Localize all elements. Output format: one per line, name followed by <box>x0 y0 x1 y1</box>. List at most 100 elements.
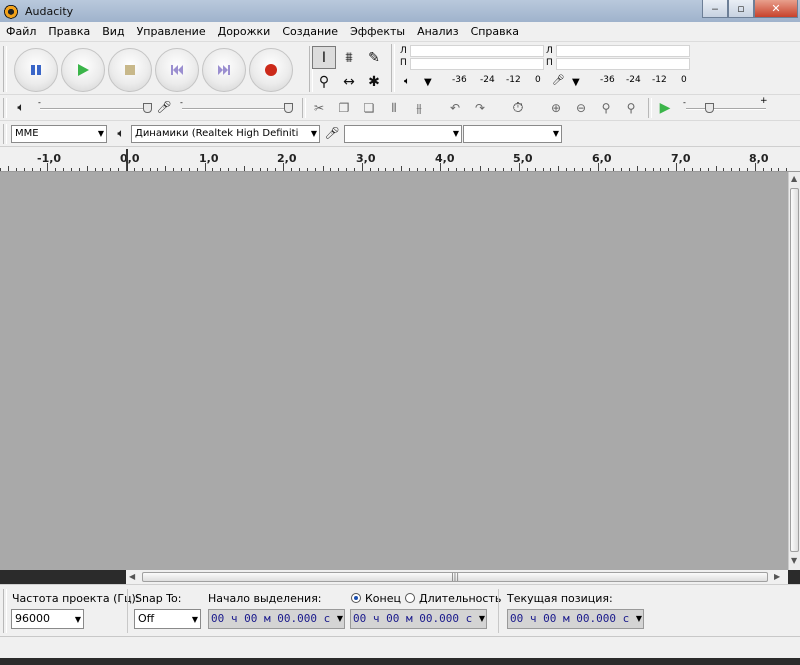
snap-to-value: Off <box>138 612 155 625</box>
selection-start-value: 00 ч 00 м 00.000 с <box>211 612 331 625</box>
window-title: Audacity <box>25 4 74 18</box>
stop-button[interactable] <box>108 48 152 92</box>
record-button[interactable] <box>249 48 293 92</box>
ruler-tick <box>786 168 787 171</box>
sync-lock-icon[interactable]: ⏱ <box>507 98 529 118</box>
ruler-tick <box>220 168 221 171</box>
menu-help[interactable]: Справка <box>465 25 525 38</box>
toolbar-grip[interactable] <box>648 98 652 118</box>
scroll-right-icon[interactable]: ▶ <box>774 572 780 581</box>
ruler-tick <box>142 168 143 171</box>
undo-icon[interactable]: ↶ <box>444 98 466 118</box>
ruler-tick <box>582 168 583 171</box>
envelope-tool-icon[interactable]: ⩩ <box>337 46 361 69</box>
slider-minus-icon: - <box>180 98 183 107</box>
playback-meter-left[interactable] <box>410 45 544 57</box>
toolbar-grip[interactable] <box>302 98 306 118</box>
menu-file[interactable]: Файл <box>0 25 42 38</box>
playback-speed-thumb[interactable] <box>705 103 714 113</box>
toolbar-grip[interactable] <box>3 98 7 118</box>
maximize-button[interactable]: ▫ <box>728 0 754 18</box>
menu-edit[interactable]: Правка <box>42 25 96 38</box>
fit-selection-icon[interactable]: ⚲ <box>595 98 617 118</box>
paste-icon[interactable]: ❏ <box>358 98 380 118</box>
play-at-speed-icon[interactable]: ▶ <box>654 98 676 118</box>
draw-tool-icon[interactable]: ✎ <box>362 46 386 69</box>
length-radio[interactable] <box>405 593 415 603</box>
menu-tracks[interactable]: Дорожки <box>212 25 277 38</box>
skip-to-start-button[interactable] <box>155 48 199 92</box>
record-meter-right[interactable] <box>556 58 690 70</box>
cut-icon[interactable]: ✂ <box>308 98 330 118</box>
vertical-scroll-thumb[interactable] <box>790 188 799 552</box>
menu-effect[interactable]: Эффекты <box>344 25 411 38</box>
toolbar-grip[interactable] <box>3 589 7 633</box>
project-rate-select[interactable]: 96000 ▼ <box>11 609 84 629</box>
output-device-select[interactable]: Динамики (Realtek High Definiti ▼ <box>131 125 320 143</box>
track-panel[interactable] <box>0 172 788 570</box>
ruler-tick <box>212 168 213 171</box>
end-radio[interactable] <box>351 593 361 603</box>
menu-analyze[interactable]: Анализ <box>411 25 465 38</box>
fit-project-icon[interactable]: ⚲ <box>620 98 642 118</box>
copy-icon[interactable]: ❐ <box>333 98 355 118</box>
selection-end-time[interactable]: 00 ч 00 м 00.000 с ▼ <box>350 609 487 629</box>
multi-tool-icon[interactable]: ✱ <box>362 70 386 93</box>
timeline-ruler[interactable]: -1,0 0,0 1,0 2,0 3,0 4,0 5,0 6,0 7,0 8,0 <box>0 146 800 172</box>
zoom-tool-icon[interactable]: ⚲ <box>312 70 336 93</box>
ruler-tick <box>668 168 669 171</box>
redo-icon[interactable]: ↷ <box>469 98 491 118</box>
play-button[interactable] <box>61 48 105 92</box>
ruler-tick <box>47 163 48 171</box>
ruler-tick <box>346 168 347 171</box>
vertical-scrollbar[interactable]: ▲ ▼ <box>788 172 800 570</box>
audio-host-value: MME <box>15 128 39 139</box>
pause-button[interactable] <box>14 48 58 92</box>
close-button[interactable]: ✕ <box>754 0 798 18</box>
playback-meter-menu-icon[interactable]: ▼ <box>424 77 432 88</box>
output-volume-slider[interactable] <box>40 108 148 110</box>
minimize-button[interactable]: ‒ <box>702 0 728 18</box>
ruler-tick <box>401 166 402 171</box>
input-volume-thumb[interactable] <box>284 103 293 113</box>
skip-to-end-button[interactable] <box>202 48 246 92</box>
audio-host-select[interactable]: MME ▼ <box>11 125 107 143</box>
zoom-in-icon[interactable]: ⊕ <box>545 98 567 118</box>
menu-view[interactable]: Вид <box>96 25 130 38</box>
horizontal-scroll-thumb[interactable]: ||| <box>142 572 768 582</box>
timeshift-tool-icon[interactable]: ↔ <box>337 70 361 93</box>
ruler-tick <box>307 168 308 171</box>
input-channels-select[interactable]: ▼ <box>463 125 562 143</box>
ruler-tick <box>716 166 717 171</box>
scroll-down-icon[interactable]: ▼ <box>791 556 797 565</box>
ruler-tick <box>511 168 512 171</box>
snap-to-select[interactable]: Off ▼ <box>134 609 201 629</box>
playback-meter-right[interactable] <box>410 58 544 70</box>
menu-generate[interactable]: Создание <box>276 25 344 38</box>
ruler-label: 2,0 <box>277 152 297 165</box>
zoom-out-icon[interactable]: ⊖ <box>570 98 592 118</box>
silence-icon[interactable]: ⫵ <box>408 98 430 118</box>
trim-icon[interactable]: ⫴ <box>383 98 405 118</box>
selection-tool-icon[interactable]: I <box>312 46 336 69</box>
playback-speed-slider[interactable] <box>686 108 766 110</box>
selection-start-label: Начало выделения: <box>208 592 322 605</box>
record-meter-left[interactable] <box>556 45 690 57</box>
toolbar-grip[interactable] <box>3 46 7 92</box>
audio-position-time[interactable]: 00 ч 00 м 00.000 с ▼ <box>507 609 644 629</box>
output-volume-thumb[interactable] <box>143 103 152 113</box>
toolbar-area: I ⩩ ✎ ⚲ ↔ ✱ Л П Л П 🔈︎ ▼ -36 -24 -12 0 🎤… <box>0 42 800 146</box>
ruler-tick <box>417 168 418 171</box>
input-device-select[interactable]: ▼ <box>344 125 462 143</box>
ruler-tick <box>16 168 17 171</box>
input-volume-slider[interactable] <box>182 108 290 110</box>
selection-start-time[interactable]: 00 ч 00 м 00.000 с ▼ <box>208 609 345 629</box>
record-meter-menu-icon[interactable]: ▼ <box>572 77 580 88</box>
scroll-up-icon[interactable]: ▲ <box>791 174 797 183</box>
toolbar-grip[interactable] <box>3 124 7 144</box>
horizontal-scrollbar[interactable]: ◀ ||| ▶ <box>126 570 788 584</box>
ruler-tick <box>197 168 198 171</box>
menu-transport[interactable]: Управление <box>131 25 212 38</box>
ruler-tick <box>362 163 363 171</box>
scroll-left-icon[interactable]: ◀ <box>129 572 135 581</box>
